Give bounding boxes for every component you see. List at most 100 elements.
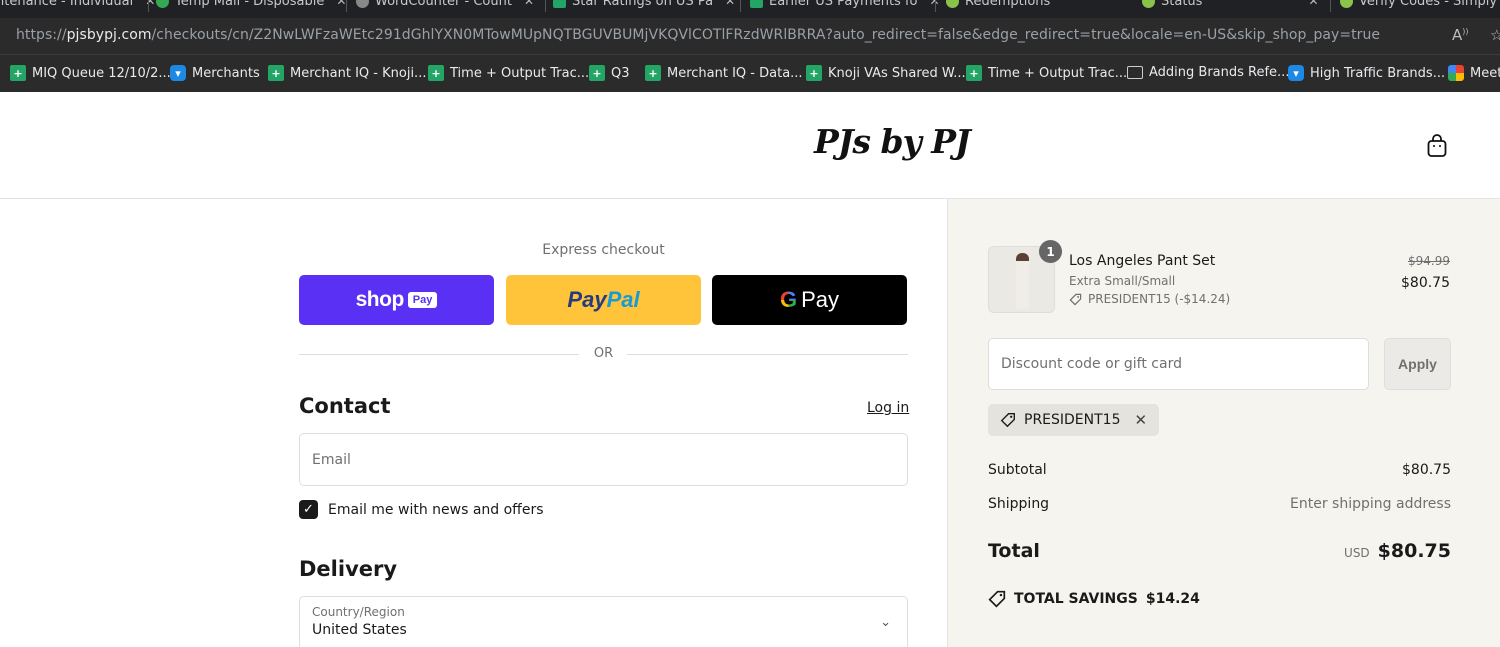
url-text[interactable]: https://pjsbypj.com/checkouts/cn/Z2NwLWF…: [16, 27, 1380, 43]
bookmark-label: Merchant IQ - Knoji...: [290, 65, 427, 81]
remove-code-icon[interactable]: ✕: [1135, 411, 1148, 429]
tab-favicon-icon: [750, 0, 763, 8]
discount-code-input[interactable]: Discount code or gift card: [988, 338, 1369, 390]
url-host: pjsbypj.com: [66, 27, 152, 43]
read-aloud-icon[interactable]: A)): [1452, 26, 1469, 44]
bookmark-item[interactable]: ▾ Merchants: [170, 65, 260, 81]
express-checkout-label: Express checkout: [542, 242, 665, 258]
bookmark-label: Adding Brands Refe...: [1149, 65, 1290, 80]
bookmark-label: Merchant IQ - Data...: [667, 65, 803, 81]
bookmark-item[interactable]: + Q3: [589, 65, 630, 81]
browser-tab[interactable]: Temp Mail - Disposable ✕: [156, 0, 346, 10]
quantity-badge: 1: [1039, 240, 1062, 263]
tab-favicon-icon: [1142, 0, 1155, 8]
browser-tab[interactable]: Verify Codes - Simply: [1340, 0, 1497, 10]
shop-pay-button[interactable]: shop Pay: [299, 275, 494, 325]
bookmark-item[interactable]: + Knoji VAs Shared W...: [806, 65, 966, 81]
product-name: Los Angeles Pant Set: [1069, 253, 1216, 269]
bookmark-label: Meet: [1470, 65, 1500, 81]
url-path: /checkouts/cn/Z2NwLWFzaWEtc291dGhlYXN0MT…: [151, 27, 1381, 43]
close-tab-icon[interactable]: ✕: [145, 0, 155, 8]
log-in-link[interactable]: Log in: [867, 400, 909, 416]
bookmark-label: Time + Output Trac...: [450, 65, 590, 81]
bookmark-item[interactable]: Meet: [1448, 65, 1500, 81]
tab-title: Redemptions: [965, 0, 1051, 9]
tag-icon: [1069, 293, 1082, 305]
close-tab-icon[interactable]: ✕: [1308, 0, 1318, 8]
url-scheme: https://: [16, 27, 67, 43]
country-label: Country/Region: [312, 605, 405, 619]
applied-code-chip: PRESIDENT15 ✕: [988, 404, 1160, 436]
apply-discount-button[interactable]: Apply: [1384, 338, 1451, 390]
product-discount: PRESIDENT15 (-$14.24): [1069, 292, 1230, 306]
google-pay-button[interactable]: G Pay: [712, 275, 907, 325]
country-value: United States: [312, 622, 407, 638]
google-g-icon: G: [779, 287, 798, 312]
total-label: Total: [988, 540, 1040, 562]
bookmark-item[interactable]: Adding Brands Refe...: [1127, 65, 1289, 80]
email-placeholder: Email: [312, 451, 351, 468]
tab-favicon-icon: [946, 0, 959, 8]
bookmark-label: High Traffic Brands...: [1310, 65, 1446, 81]
meet-icon: [1448, 65, 1464, 81]
browser-tab[interactable]: Earlier US Payments fo✕: [750, 0, 940, 10]
tab-title: Star Ratings on US Pa: [572, 0, 714, 9]
subtotal-value: $80.75: [1402, 462, 1451, 478]
bookmark-item[interactable]: + Merchant IQ - Data...: [645, 65, 803, 81]
bookmark-item[interactable]: + Merchant IQ - Knoji...: [268, 65, 426, 81]
tab-title: Verify Codes - Simply: [1359, 0, 1498, 9]
shipping-value: Enter shipping address: [1290, 496, 1451, 512]
shipping-label: Shipping: [988, 496, 1050, 512]
bookmark-item[interactable]: ▾ High Traffic Brands...: [1288, 65, 1445, 81]
email-field[interactable]: Email: [299, 433, 908, 486]
browser-tab[interactable]: ntenance - Individual ✕: [0, 0, 155, 10]
applied-code-text: PRESIDENT15: [1024, 412, 1121, 428]
bookmark-item[interactable]: + Time + Output Trac...: [966, 65, 1127, 81]
country-select[interactable]: Country/Region United States ⌄: [299, 596, 908, 647]
browser-tab[interactable]: WordCounter - Count ✕: [356, 0, 534, 10]
browser-tab[interactable]: Status ✕: [1142, 0, 1319, 10]
sheets-icon: +: [10, 65, 26, 81]
newsletter-label: Email me with news and offers: [328, 501, 544, 518]
checkout-main: Express checkout shop Pay Pay Pal G Pay OR …: [0, 199, 947, 647]
sheets-icon: +: [589, 65, 605, 81]
sheets-icon: +: [268, 65, 284, 81]
browser-tab[interactable]: Star Ratings on US Pa ✕: [553, 0, 735, 10]
tab-favicon-icon: [156, 0, 169, 8]
address-bar[interactable]: https://pjsbypj.com/checkouts/cn/Z2NwLWF…: [0, 18, 1500, 54]
total-value: $80.75: [1377, 540, 1451, 562]
store-header: PJs by PJ: [0, 92, 1500, 199]
chat-icon: ▾: [1288, 65, 1304, 81]
product-variant: Extra Small/Small: [1069, 274, 1176, 288]
sheets-icon: +: [645, 65, 661, 81]
tab-favicon-icon: [553, 0, 566, 8]
subtotal-label: Subtotal: [988, 462, 1047, 478]
close-tab-icon[interactable]: ✕: [336, 0, 346, 8]
shipping-row: Shipping Enter shipping address: [988, 496, 1451, 512]
tab-favicon-icon: [356, 0, 369, 8]
bookmark-item[interactable]: + Time + Output Trac...: [428, 65, 589, 81]
tab-title: Earlier US Payments fo: [769, 0, 918, 9]
close-tab-icon[interactable]: ✕: [725, 0, 735, 8]
chevron-down-icon: ⌄: [880, 615, 891, 630]
item-price: $80.75: [1401, 275, 1450, 291]
sheets-icon: +: [806, 65, 822, 81]
savings-label: TOTAL SAVINGS: [1014, 591, 1138, 607]
subtotal-row: Subtotal $80.75: [988, 462, 1451, 478]
bookmark-label: MIQ Queue 12/10/2...: [32, 65, 171, 81]
close-tab-icon[interactable]: ✕: [524, 0, 534, 8]
bookmark-label: Merchants: [192, 65, 260, 81]
total-savings: TOTAL SAVINGS $14.24: [988, 590, 1200, 608]
paypal-button[interactable]: Pay Pal: [506, 275, 701, 325]
discount-placeholder: Discount code or gift card: [1001, 356, 1182, 372]
newsletter-checkbox-row[interactable]: ✓ Email me with news and offers: [299, 500, 544, 519]
store-logo[interactable]: PJs by PJ: [814, 122, 971, 161]
favorite-star-icon[interactable]: ☆: [1490, 26, 1500, 44]
bookmark-item[interactable]: + MIQ Queue 12/10/2...: [10, 65, 171, 81]
browser-tab[interactable]: Redemptions: [946, 0, 1050, 10]
tag-icon: [1000, 413, 1015, 428]
tab-title: WordCounter - Count: [375, 0, 512, 9]
order-summary: 1 Los Angeles Pant Set Extra Small/Small…: [947, 199, 1500, 647]
newsletter-checkbox[interactable]: ✓: [299, 500, 318, 519]
shopping-bag-icon[interactable]: [1426, 134, 1448, 158]
